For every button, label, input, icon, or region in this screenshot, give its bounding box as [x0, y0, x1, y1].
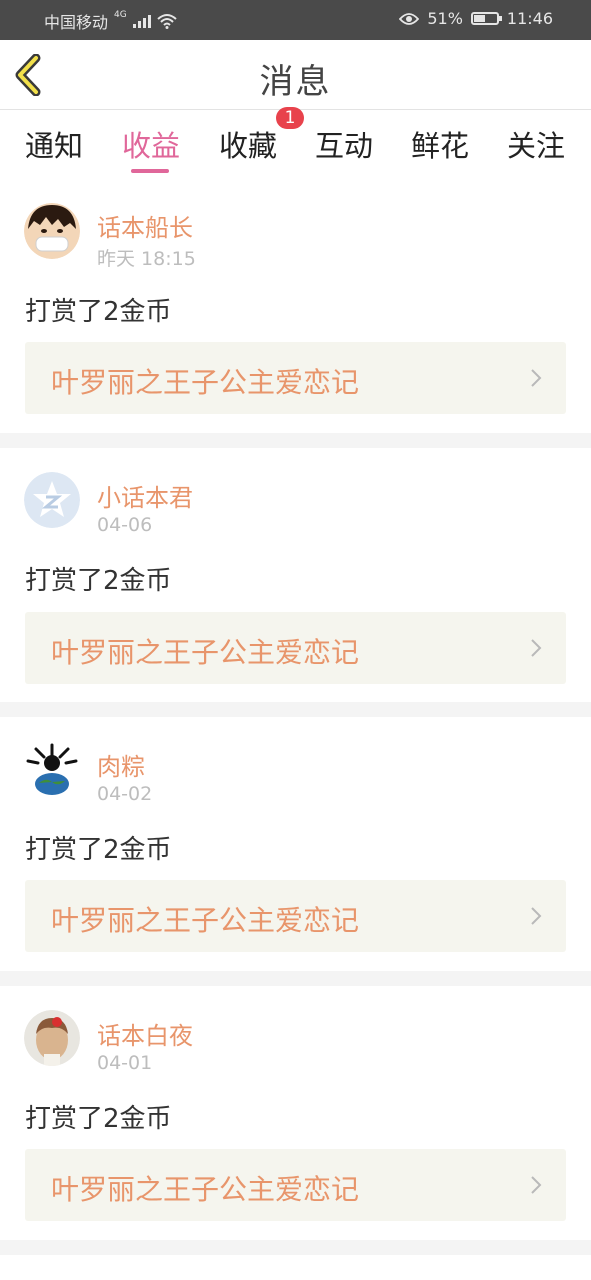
user-name[interactable]: 话本白夜	[97, 1016, 193, 1051]
tab-label: 收藏	[218, 129, 277, 163]
active-tab-indicator	[131, 169, 169, 173]
tab-follow[interactable]: 关注	[496, 123, 576, 165]
tab-label: 鲜花	[410, 129, 469, 163]
battery-icon	[470, 12, 502, 25]
book-link[interactable]: 叶罗丽之王子公主爱恋记	[25, 1149, 566, 1221]
signal-icon	[132, 14, 151, 28]
book-link[interactable]: 叶罗丽之王子公主爱恋记	[25, 342, 566, 414]
tab-flowers[interactable]: 鲜花	[400, 123, 480, 165]
header: 消息	[0, 40, 591, 110]
clock: 11:46	[506, 9, 553, 28]
message-text: 打赏了2金币	[25, 1104, 172, 1134]
status-left: 中国移动 4G	[44, 9, 177, 33]
unread-badge: 1	[276, 107, 304, 129]
book-link[interactable]: 叶罗丽之王子公主爱恋记	[25, 880, 566, 952]
tab-label: 互动	[314, 129, 373, 163]
message-text: 打赏了2金币	[25, 297, 172, 327]
chevron-right-icon	[531, 907, 542, 925]
network-label: 4G	[114, 10, 127, 20]
message-time: 昨天 18:15	[97, 248, 196, 270]
battery-percent: 51%	[427, 9, 463, 28]
tab-favorites[interactable]: 收藏 1	[208, 107, 304, 165]
message-text: 打赏了2金币	[25, 835, 172, 865]
status-right: 51% 11:46	[399, 9, 553, 28]
divider	[0, 971, 591, 986]
message-text: 打赏了2金币	[25, 566, 172, 596]
message-time: 04-02	[97, 783, 153, 805]
tab-income[interactable]: 收益	[111, 123, 191, 173]
message-item: 肉粽 04-02 打赏了2金币 叶罗丽之王子公主爱恋记	[0, 717, 591, 972]
tab-label: 通知	[24, 129, 83, 163]
cartoon-boy-avatar[interactable]	[24, 203, 80, 259]
divider	[0, 1240, 591, 1255]
girl-photo-avatar[interactable]	[24, 1010, 80, 1066]
book-title: 叶罗丽之王子公主爱恋记	[51, 904, 360, 937]
tab-notify[interactable]: 通知	[14, 123, 94, 165]
tab-interaction[interactable]: 互动	[304, 123, 384, 165]
eye-icon	[399, 12, 420, 25]
tab-label: 关注	[506, 129, 565, 163]
user-name[interactable]: 话本船长	[97, 208, 193, 243]
globe-avatar[interactable]	[24, 741, 80, 797]
page-title: 消息	[259, 62, 332, 102]
divider	[0, 433, 591, 448]
chevron-right-icon	[531, 1176, 542, 1194]
carrier-label: 中国移动	[44, 13, 109, 32]
message-item: 话本白夜 04-01 打赏了2金币 叶罗丽之王子公主爱恋记	[0, 986, 591, 1241]
message-item: 小话本君 04-06 打赏了2金币 叶罗丽之王子公主爱恋记	[0, 448, 591, 703]
divider	[0, 702, 591, 717]
user-name[interactable]: 肉粽	[97, 747, 145, 782]
book-title: 叶罗丽之王子公主爱恋记	[51, 366, 360, 399]
chevron-right-icon	[531, 639, 542, 657]
default-star-avatar[interactable]	[24, 472, 80, 528]
message-time: 04-06	[97, 514, 153, 536]
tab-label: 收益	[121, 129, 180, 163]
message-time: 04-01	[97, 1052, 153, 1074]
tab-bar: 通知 收益 收藏 1 互动 鲜花 关注	[0, 107, 591, 175]
user-name[interactable]: 小话本君	[97, 478, 193, 513]
message-item: 话本船长 昨天 18:15 打赏了2金币 叶罗丽之王子公主爱恋记	[0, 178, 591, 433]
chevron-right-icon	[531, 369, 542, 387]
book-link[interactable]: 叶罗丽之王子公主爱恋记	[25, 612, 566, 684]
book-title: 叶罗丽之王子公主爱恋记	[51, 636, 360, 669]
wifi-icon	[157, 14, 177, 29]
book-title: 叶罗丽之王子公主爱恋记	[51, 1173, 360, 1206]
status-bar: 中国移动 4G 51% 11:46	[0, 0, 591, 40]
